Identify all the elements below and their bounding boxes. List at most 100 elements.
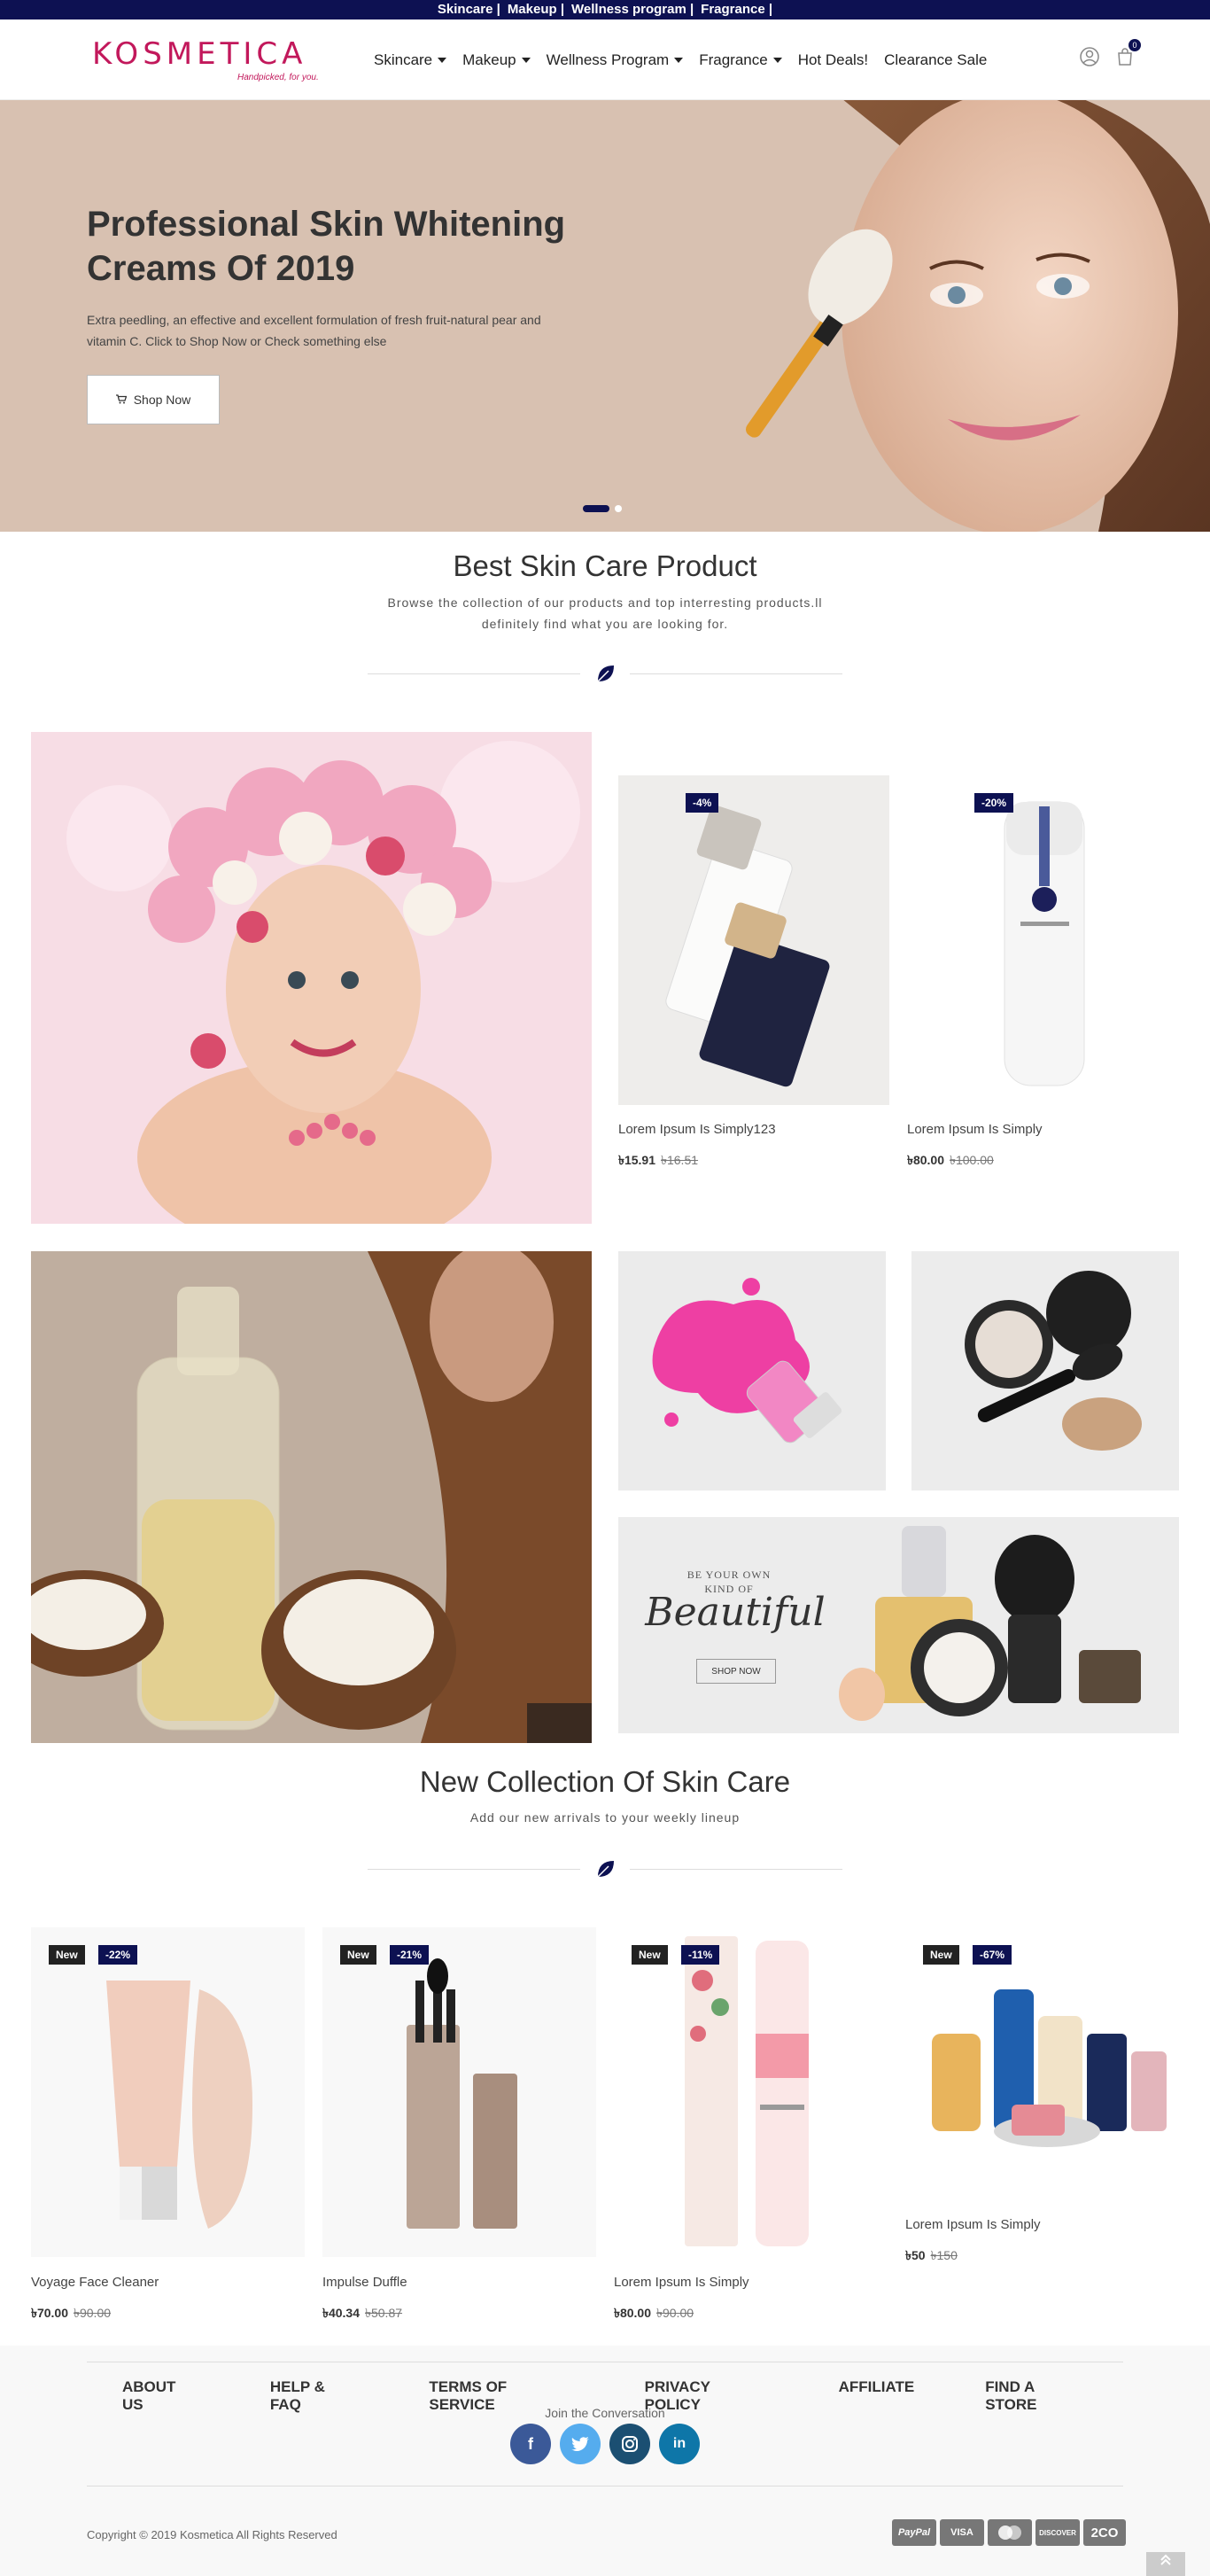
nav-label: Makeup xyxy=(462,51,516,68)
section-divider xyxy=(368,660,842,687)
promo-banner[interactable]: BE YOUR OWN KIND OF Beautiful SHOP NOW xyxy=(618,1517,1179,1733)
nav-item-makeup[interactable]: Makeup xyxy=(462,51,531,69)
product-name[interactable]: Lorem Ipsum Is Simply xyxy=(614,2275,749,2290)
nav-item-fragrance[interactable]: Fragrance xyxy=(699,51,782,69)
product-name[interactable]: Lorem Ipsum Is Simply xyxy=(905,2217,1041,2232)
chevron-down-icon xyxy=(521,57,531,63)
nav-label: Fragrance xyxy=(699,51,768,68)
linkedin-icon[interactable]: in xyxy=(659,2424,700,2464)
site-footer: ABOUT US HELP & FAQ TERMS OF SERVICE PRI… xyxy=(0,2346,1210,2576)
nav-item-wellness[interactable]: Wellness Program xyxy=(547,51,684,69)
nav-item-skincare[interactable]: Skincare xyxy=(374,51,447,69)
old-price: ৳50.87 xyxy=(365,2306,403,2320)
discount-badge: -20% xyxy=(974,793,1014,813)
product-card[interactable]: -4% Lorem Ipsum Is Simply123 ৳15.91 ৳16.5… xyxy=(618,775,889,1174)
new-badge: New xyxy=(923,1945,959,1965)
product-card[interactable]: New -11% Lorem Ipsum Is Simply ৳80.00 ৳90… xyxy=(614,1927,888,2322)
best-section-description: Browse the collection of our products an… xyxy=(387,595,823,631)
copyright-text: Copyright © 2019 Kosmetica All Rights Re… xyxy=(87,2528,337,2541)
product-image[interactable] xyxy=(618,775,889,1105)
product-image[interactable] xyxy=(905,1927,1179,2175)
discount-badge: -21% xyxy=(390,1945,430,1965)
nav-label: Wellness Program xyxy=(546,51,670,68)
carousel-dots xyxy=(583,505,622,512)
facebook-icon[interactable]: f xyxy=(510,2424,551,2464)
product-card[interactable]: New -21% Impulse Duffle ৳40.34 ৳50.87 xyxy=(322,1927,596,2322)
carousel-dot-active[interactable] xyxy=(583,505,609,512)
carousel-dot[interactable] xyxy=(615,505,622,512)
leaf-icon xyxy=(597,665,614,682)
nail-polish-tile[interactable] xyxy=(618,1251,886,1490)
instagram-icon[interactable] xyxy=(609,2424,650,2464)
payment-methods: PayPal VISA DISCOVER 2CO xyxy=(892,2519,1126,2546)
chevron-down-icon xyxy=(772,57,782,63)
user-icon[interactable] xyxy=(1079,46,1100,67)
product-image[interactable] xyxy=(907,775,1178,1105)
hero-description: Extra peedling, an effective and excelle… xyxy=(87,313,541,348)
visa-icon: VISA xyxy=(940,2519,984,2546)
discover-icon: DISCOVER xyxy=(1035,2519,1080,2546)
new-collection-title: New Collection Of Skin Care xyxy=(419,1765,791,1798)
product-card[interactable]: -20% Lorem Ipsum Is Simply ৳80.00 ৳100.00 xyxy=(907,775,1178,1174)
discount-badge: -22% xyxy=(98,1945,138,1965)
current-price: ৳40.34 xyxy=(322,2306,361,2320)
product-price: ৳40.34 ৳50.87 xyxy=(322,2303,402,2324)
product-name[interactable]: Lorem Ipsum Is Simply xyxy=(907,1122,1043,1137)
shop-now-button[interactable]: Shop Now xyxy=(87,375,220,424)
chevron-down-icon xyxy=(674,57,684,63)
old-price: ৳16.51 xyxy=(661,1153,699,1167)
coconut-oil-banner[interactable] xyxy=(31,1251,592,1743)
topbar-link-wellness[interactable]: Wellness program | xyxy=(568,0,697,19)
nav-item-hot-deals[interactable]: Hot Deals! xyxy=(798,51,868,69)
topbar-link-makeup[interactable]: Makeup | xyxy=(504,0,568,19)
top-category-bar: Skincare | Makeup | Wellness program | F… xyxy=(0,0,1210,19)
cart-icon xyxy=(115,393,128,407)
main-nav: Skincare Makeup Wellness Program Fragran… xyxy=(374,19,987,100)
2checkout-icon: 2CO xyxy=(1083,2519,1126,2546)
old-price: ৳90.00 xyxy=(74,2306,112,2320)
discount-badge: -11% xyxy=(681,1945,720,1965)
topbar-link-skincare[interactable]: Skincare | xyxy=(434,0,504,19)
logo-tagline: Handpicked, for you. xyxy=(237,73,319,82)
promo-shop-now-button[interactable]: SHOP NOW xyxy=(696,1659,776,1684)
chevron-down-icon xyxy=(438,57,447,63)
current-price: ৳80.00 xyxy=(907,1153,945,1167)
scroll-to-top-button[interactable] xyxy=(1146,2552,1185,2576)
current-price: ৳80.00 xyxy=(614,2306,652,2320)
product-image[interactable] xyxy=(614,1927,888,2257)
product-image[interactable] xyxy=(31,1927,305,2257)
nav-item-clearance[interactable]: Clearance Sale xyxy=(884,51,987,69)
hero-banner: Professional Skin Whitening Creams Of 20… xyxy=(0,100,1210,532)
topbar-link-fragrance[interactable]: Fragrance | xyxy=(697,0,776,19)
leaf-icon xyxy=(597,1861,614,1878)
hero-model-image xyxy=(746,100,1210,532)
product-card[interactable]: New -22% Voyage Face Cleaner ৳70.00 ৳90.0… xyxy=(31,1927,305,2322)
product-card[interactable]: New -67% Lorem Ipsum Is Simply ৳50 ৳150 xyxy=(905,1927,1179,2286)
new-badge: New xyxy=(49,1945,85,1965)
product-name[interactable]: Impulse Duffle xyxy=(322,2275,407,2290)
social-links: f in xyxy=(510,2424,700,2464)
product-price: ৳15.91 ৳16.51 xyxy=(618,1150,698,1171)
promo-line-3: Beautiful xyxy=(645,1590,826,1635)
product-price: ৳80.00 ৳90.00 xyxy=(614,2303,694,2324)
promo-line-1: BE YOUR OWN xyxy=(686,1568,772,1581)
new-badge: New xyxy=(340,1945,376,1965)
new-badge: New xyxy=(632,1945,668,1965)
discount-badge: -4% xyxy=(686,793,719,813)
product-price: ৳80.00 ৳100.00 xyxy=(907,1150,994,1171)
nav-label: Hot Deals! xyxy=(797,51,869,68)
nav-label: Clearance Sale xyxy=(884,51,988,68)
product-image[interactable] xyxy=(322,1927,596,2257)
flower-model-banner[interactable] xyxy=(31,732,592,1224)
face-powder-tile[interactable] xyxy=(911,1251,1179,1490)
product-name[interactable]: Lorem Ipsum Is Simply123 xyxy=(618,1122,776,1137)
cart-count-badge: 0 xyxy=(1129,39,1141,51)
double-chevron-up-icon xyxy=(1160,2554,1171,2565)
mastercard-icon xyxy=(988,2519,1032,2546)
cart-icon[interactable]: 0 xyxy=(1114,39,1141,67)
product-price: ৳70.00 ৳90.00 xyxy=(31,2303,111,2324)
twitter-icon[interactable] xyxy=(560,2424,601,2464)
current-price: ৳15.91 xyxy=(618,1153,656,1167)
product-name[interactable]: Voyage Face Cleaner xyxy=(31,2275,159,2290)
logo[interactable]: KOSMETICA Handpicked, for you. xyxy=(92,37,322,82)
